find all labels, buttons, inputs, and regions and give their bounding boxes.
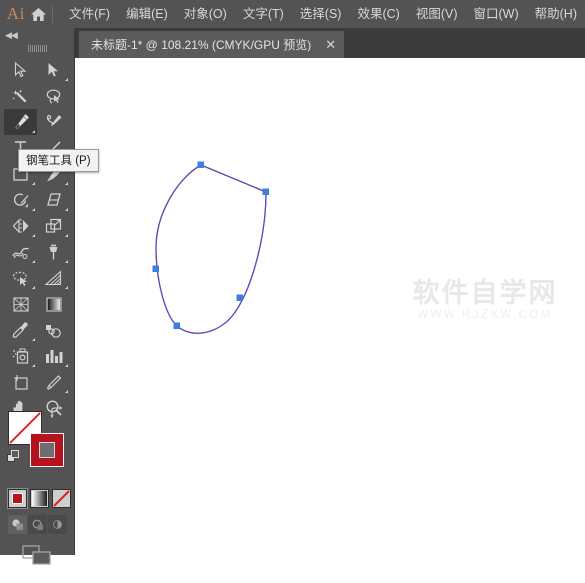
artboard-canvas[interactable]: 软件自学网 WWW.RJZXW.COM <box>75 58 585 555</box>
free-transform-tool[interactable] <box>37 239 70 265</box>
tool-panel: ◀◀ <box>0 28 75 565</box>
tool-flyout-indicator <box>65 78 68 81</box>
menu-divider <box>52 5 54 23</box>
tool-flyout-indicator <box>65 364 68 367</box>
close-icon[interactable]: ✕ <box>325 38 336 51</box>
rotate-tool[interactable] <box>4 187 37 213</box>
screen-mode-button[interactable] <box>22 542 52 571</box>
pen-tool[interactable] <box>4 109 37 135</box>
screen-mode-icon <box>22 545 51 565</box>
menu-effect[interactable]: 效果(C) <box>349 0 407 28</box>
tool-grid <box>0 54 74 421</box>
tool-flyout-indicator <box>65 286 68 289</box>
anchor-lower-right[interactable] <box>236 294 244 302</box>
draw-normal-button[interactable] <box>8 515 27 534</box>
home-icon[interactable] <box>28 7 49 22</box>
tool-flyout-indicator <box>65 182 68 185</box>
none-slash-icon <box>53 490 70 507</box>
none-mode-button[interactable] <box>52 489 71 508</box>
draw-inside-button[interactable] <box>48 515 67 534</box>
column-graph-tool[interactable] <box>37 343 70 369</box>
menu-window[interactable]: 窗口(W) <box>466 0 527 28</box>
gradient-swatch-icon <box>32 491 47 506</box>
pen-path-artwork[interactable] <box>75 58 585 555</box>
draw-mode-row <box>8 515 67 534</box>
draw-behind-button[interactable] <box>28 515 47 534</box>
default-fill-stroke-icon[interactable] <box>7 450 20 468</box>
tool-flyout-indicator <box>32 234 35 237</box>
tool-flyout-indicator <box>32 260 35 263</box>
menu-help[interactable]: 帮助(H) <box>527 0 585 28</box>
menu-file[interactable]: 文件(F) <box>61 0 118 28</box>
eyedropper-tool[interactable] <box>4 317 37 343</box>
tool-panel-header: ◀◀ <box>0 28 74 42</box>
mesh-tool[interactable] <box>4 291 37 317</box>
document-tab-title: 未标题-1* @ 108.21% (CMYK/GPU 预览) <box>91 38 312 52</box>
menu-select[interactable]: 选择(S) <box>292 0 350 28</box>
tool-tooltip: 钢笔工具 (P) <box>18 149 99 172</box>
perspective-grid-tool[interactable] <box>37 265 70 291</box>
draw-behind-icon <box>32 519 43 530</box>
anchor-top[interactable] <box>197 161 205 169</box>
anchor-left[interactable] <box>152 265 160 273</box>
menu-bar: Ai 文件(F) 编辑(E) 对象(O) 文字(T) 选择(S) 效果(C) 视… <box>0 0 585 28</box>
symbol-sprayer-tool[interactable] <box>4 343 37 369</box>
tool-flyout-indicator <box>65 260 68 263</box>
solid-color-icon <box>12 493 23 504</box>
document-tab[interactable]: 未标题-1* @ 108.21% (CMYK/GPU 预览) ✕ <box>79 31 345 58</box>
tool-flyout-indicator <box>32 182 35 185</box>
color-mode-row <box>7 488 71 509</box>
blend-tool[interactable] <box>37 317 70 343</box>
stroke-swatch-inner <box>39 442 55 458</box>
app-logo: Ai <box>6 4 25 23</box>
reflect-tool[interactable] <box>4 213 37 239</box>
menu-item-list: 文件(F) 编辑(E) 对象(O) 文字(T) 选择(S) 效果(C) 视图(V… <box>61 0 585 28</box>
chevron-double-left-icon[interactable]: ◀◀ <box>5 30 18 41</box>
tool-flyout-indicator <box>65 390 68 393</box>
tool-flyout-indicator <box>32 130 35 133</box>
tool-flyout-indicator <box>32 338 35 341</box>
menu-type[interactable]: 文字(T) <box>235 0 292 28</box>
menu-object[interactable]: 对象(O) <box>176 0 235 28</box>
direct-selection-tool[interactable] <box>37 57 70 83</box>
artboard-tool[interactable] <box>4 369 37 395</box>
document-tab-bar: 未标题-1* @ 108.21% (CMYK/GPU 预览) ✕ <box>75 28 585 58</box>
lasso-tool[interactable] <box>37 83 70 109</box>
curvature-tool[interactable] <box>37 109 70 135</box>
stroke-swatch[interactable] <box>30 433 64 467</box>
path-stroke-red <box>155 164 267 334</box>
anchor-bottom[interactable] <box>173 322 181 330</box>
fill-stroke-block <box>0 405 75 583</box>
magic-wand-tool[interactable] <box>4 83 37 109</box>
swap-fill-stroke-icon[interactable] <box>50 406 64 424</box>
slice-tool[interactable] <box>37 369 70 395</box>
shape-builder-tool[interactable] <box>4 265 37 291</box>
tool-flyout-indicator <box>32 364 35 367</box>
menu-view[interactable]: 视图(V) <box>408 0 466 28</box>
path-selection-overlay <box>155 164 267 334</box>
draw-normal-icon <box>12 519 23 530</box>
anchor-right[interactable] <box>262 188 270 196</box>
color-mode-button[interactable] <box>7 488 28 509</box>
eraser-tool[interactable] <box>37 187 70 213</box>
width-tool[interactable] <box>4 239 37 265</box>
gradient-tool[interactable] <box>37 291 70 317</box>
tool-flyout-indicator <box>65 208 68 211</box>
draw-inside-icon <box>53 520 62 529</box>
gradient-mode-button[interactable] <box>30 489 49 508</box>
tool-flyout-indicator <box>65 234 68 237</box>
tool-flyout-indicator <box>32 208 35 211</box>
menu-edit[interactable]: 编辑(E) <box>118 0 176 28</box>
panel-grip-handle[interactable] <box>0 42 74 54</box>
scale-tool[interactable] <box>37 213 70 239</box>
tool-flyout-indicator <box>32 286 35 289</box>
selection-tool[interactable] <box>4 57 37 83</box>
